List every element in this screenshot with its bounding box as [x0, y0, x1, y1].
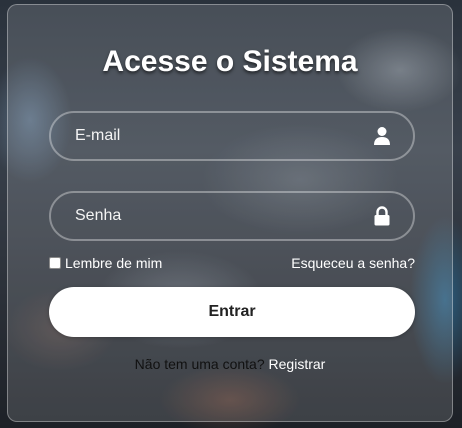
- password-field[interactable]: [49, 191, 415, 241]
- password-input[interactable]: [51, 193, 413, 239]
- options-row: Lembre de mim Esqueceu a senha?: [49, 255, 415, 275]
- register-link[interactable]: Registrar: [269, 356, 326, 372]
- no-account-text: Não tem uma conta?: [134, 356, 265, 372]
- lock-icon: [373, 206, 391, 226]
- remember-checkbox[interactable]: [49, 257, 61, 269]
- remember-label: Lembre de mim: [65, 255, 163, 271]
- email-input[interactable]: [51, 113, 413, 159]
- register-prompt: Não tem uma conta? Registrar: [8, 356, 452, 372]
- login-card: Acesse o Sistema Lembre de mim Esqueceu …: [7, 4, 453, 422]
- page-title: Acesse o Sistema: [102, 45, 358, 78]
- forgot-password-link[interactable]: Esqueceu a senha?: [291, 255, 415, 271]
- user-icon: [373, 126, 391, 146]
- remember-me[interactable]: Lembre de mim: [49, 255, 162, 271]
- login-button[interactable]: Entrar: [49, 287, 415, 337]
- email-field[interactable]: [49, 111, 415, 161]
